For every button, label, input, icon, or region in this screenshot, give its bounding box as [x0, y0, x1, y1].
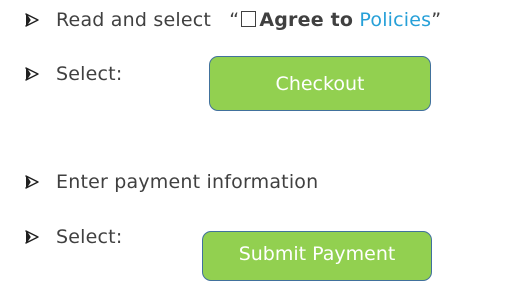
arrowhead-bullet-icon — [22, 167, 42, 197]
step-3-text: Enter payment information — [56, 171, 319, 193]
close-quote: ” — [431, 9, 442, 31]
step-1-text: Read and select “ Agree to Policies” — [56, 5, 441, 35]
empty-checkbox-icon — [241, 11, 257, 27]
agree-to-label: Agree to — [259, 9, 354, 31]
submit-payment-button[interactable]: Submit Payment — [202, 231, 432, 281]
step-4-text: Select: — [56, 226, 123, 248]
policies-link[interactable]: Policies — [359, 9, 431, 31]
arrowhead-bullet-icon — [22, 5, 42, 35]
open-quote: “ — [229, 9, 240, 31]
arrowhead-bullet-icon — [22, 59, 42, 89]
step-1-prefix: Read and select — [56, 9, 212, 31]
arrowhead-bullet-icon — [22, 222, 42, 252]
checkout-button[interactable]: Checkout — [209, 56, 431, 111]
step-2-text: Select: — [56, 63, 123, 85]
